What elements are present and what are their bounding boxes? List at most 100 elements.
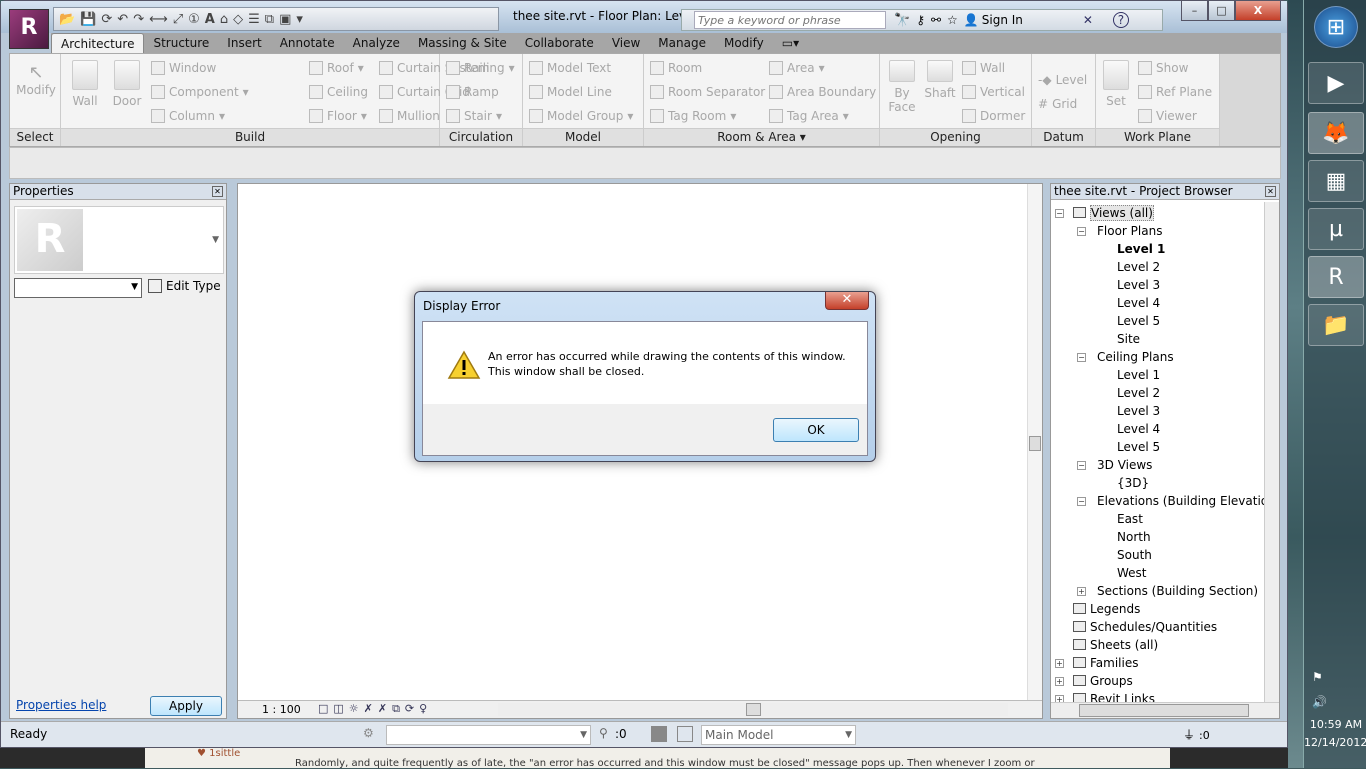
tree-item[interactable]: Level 4 — [1055, 294, 1265, 312]
tree-item[interactable]: North — [1055, 528, 1265, 546]
redo-icon[interactable]: ↷ — [133, 12, 144, 27]
door-button[interactable]: Door — [109, 60, 145, 108]
flag-icon[interactable]: ⚑ — [1312, 670, 1323, 684]
3d-view-icon[interactable]: ⌂ — [220, 12, 228, 27]
scroll-thumb[interactable] — [1079, 704, 1249, 717]
browser-vertical-scrollbar[interactable] — [1264, 202, 1279, 702]
application-menu-button[interactable]: R — [9, 9, 49, 49]
maximize-button[interactable]: □ — [1208, 1, 1235, 21]
satellite-icon[interactable]: ⚯ — [931, 13, 941, 27]
tree-item[interactable]: + Sections (Building Section) — [1055, 582, 1265, 600]
dimension-icon[interactable]: ⤢ — [173, 12, 183, 27]
save-icon[interactable]: 💾 — [80, 12, 96, 27]
favorites-star-icon[interactable]: ☆ — [947, 13, 958, 27]
close-hidden-icon[interactable]: ⧉ — [265, 12, 274, 27]
tree-item[interactable]: Level 1 — [1055, 366, 1265, 384]
explorer-icon[interactable]: 📁 — [1308, 304, 1364, 346]
by-face-button[interactable]: By Face — [884, 60, 920, 114]
vertical-opening-button[interactable]: Vertical — [962, 85, 1025, 99]
collapse-icon[interactable]: − — [1055, 209, 1064, 218]
view-scale[interactable]: 1 : 100 — [262, 703, 301, 716]
clock-time[interactable]: 10:59 AM — [1306, 718, 1366, 731]
type-selector-preview[interactable]: R ▼ — [14, 206, 224, 274]
section-icon[interactable]: ◇ — [233, 12, 243, 27]
volume-icon[interactable]: 🔊 — [1312, 695, 1327, 709]
filter-icon[interactable]: ⏚ — [1183, 726, 1195, 743]
design-options-icon[interactable] — [651, 726, 667, 742]
workset-dropdown[interactable]: ▼ — [386, 725, 591, 745]
mullion-button[interactable]: Mullion — [379, 109, 440, 123]
tag-room-button[interactable]: Tag Room ▾ — [650, 109, 736, 123]
tree-item[interactable]: Level 5 — [1055, 438, 1265, 456]
key-icon[interactable]: ⚷ — [916, 13, 925, 27]
firefox-icon[interactable]: 🦊 — [1308, 112, 1364, 154]
tree-item[interactable]: Level 5 — [1055, 312, 1265, 330]
tree-item[interactable]: Level 1 — [1055, 240, 1265, 258]
room-button[interactable]: Room — [650, 61, 702, 75]
scroll-thumb[interactable] — [746, 703, 761, 716]
control-panel-icon[interactable]: ▦ — [1308, 160, 1364, 202]
customize-qat-icon[interactable]: ▾ — [296, 12, 303, 27]
model-group-button[interactable]: Model Group ▾ — [529, 109, 633, 123]
measure-icon[interactable]: ⟷ — [149, 12, 168, 27]
binoculars-icon[interactable]: 🔭 — [894, 13, 910, 28]
wall-button[interactable]: Wall — [67, 60, 103, 108]
expand-icon[interactable]: + — [1055, 659, 1064, 668]
tree-item[interactable]: − Ceiling Plans — [1055, 348, 1265, 366]
tree-item[interactable]: Level 2 — [1055, 258, 1265, 276]
edit-type-button[interactable]: Edit Type — [148, 279, 221, 293]
help-button[interactable]: ? — [1112, 12, 1129, 28]
area-boundary-button[interactable]: Area Boundary — [769, 85, 876, 99]
sync-icon[interactable]: ⟳ — [101, 12, 112, 27]
tab-structure[interactable]: Structure — [144, 33, 218, 53]
tree-item[interactable]: − 3D Views — [1055, 456, 1265, 474]
grid-button[interactable]: # Grid — [1038, 97, 1077, 111]
viewer-button[interactable]: Viewer — [1138, 109, 1197, 123]
wall-opening-button[interactable]: Wall — [962, 61, 1005, 75]
exchange-icon[interactable]: ✕ — [1083, 13, 1093, 27]
clock-date[interactable]: 12/14/2012 — [1304, 736, 1366, 749]
shaft-button[interactable]: Shaft — [922, 60, 958, 100]
open-icon[interactable]: 📂 — [59, 12, 75, 27]
component-button[interactable]: Component ▾ — [151, 85, 249, 99]
set-work-plane-button[interactable]: Set — [1100, 60, 1132, 108]
tree-item[interactable]: Level 3 — [1055, 402, 1265, 420]
stair-button[interactable]: Stair ▾ — [446, 109, 502, 123]
collapse-icon[interactable]: − — [1077, 227, 1086, 236]
tree-item[interactable]: South — [1055, 546, 1265, 564]
tree-item[interactable]: Sheets (all) — [1055, 636, 1265, 654]
tree-item[interactable]: Site — [1055, 330, 1265, 348]
tree-item[interactable]: Level 4 — [1055, 420, 1265, 438]
collapse-icon[interactable]: − — [1077, 353, 1086, 362]
column-button[interactable]: Column ▾ — [151, 109, 225, 123]
tree-item[interactable]: − Views (all) — [1055, 204, 1265, 222]
tree-item[interactable]: Legends — [1055, 600, 1265, 618]
revit-taskbar-icon[interactable]: R — [1308, 256, 1364, 298]
tree-item[interactable]: − Elevations (Building Elevation — [1055, 492, 1276, 510]
text-icon[interactable]: A — [205, 12, 215, 27]
ref-plane-button[interactable]: Ref Plane — [1138, 85, 1212, 99]
horizontal-scrollbar[interactable] — [498, 703, 1008, 716]
model-line-button[interactable]: Model Line — [529, 85, 612, 99]
floor-button[interactable]: Floor ▾ — [309, 109, 367, 123]
properties-close-button[interactable]: ✕ — [212, 186, 223, 197]
properties-help-link[interactable]: Properties help — [16, 698, 106, 712]
project-browser-close-button[interactable]: ✕ — [1265, 186, 1276, 197]
tree-item[interactable]: Level 3 — [1055, 276, 1265, 294]
tree-item[interactable]: West — [1055, 564, 1265, 582]
tag-area-button[interactable]: Tag Area ▾ — [769, 109, 849, 123]
tree-item[interactable]: + Families — [1055, 654, 1265, 672]
expand-icon[interactable]: + — [1055, 677, 1064, 686]
minimize-button[interactable]: – — [1181, 1, 1208, 21]
tree-item[interactable]: East — [1055, 510, 1265, 528]
show-work-plane-button[interactable]: Show — [1138, 61, 1188, 75]
vertical-scrollbar[interactable] — [1027, 184, 1042, 700]
modify-button[interactable]: ↖ Modify — [14, 62, 58, 97]
collapse-icon[interactable]: − — [1077, 461, 1086, 470]
roof-button[interactable]: Roof ▾ — [309, 61, 364, 75]
tab-massing-site[interactable]: Massing & Site — [409, 33, 516, 53]
level-button[interactable]: -◆ Level — [1038, 73, 1087, 87]
panel-label[interactable]: Room & Area ▾ — [644, 128, 879, 146]
utorrent-icon[interactable]: µ — [1308, 208, 1364, 250]
area-button[interactable]: Area ▾ — [769, 61, 825, 75]
